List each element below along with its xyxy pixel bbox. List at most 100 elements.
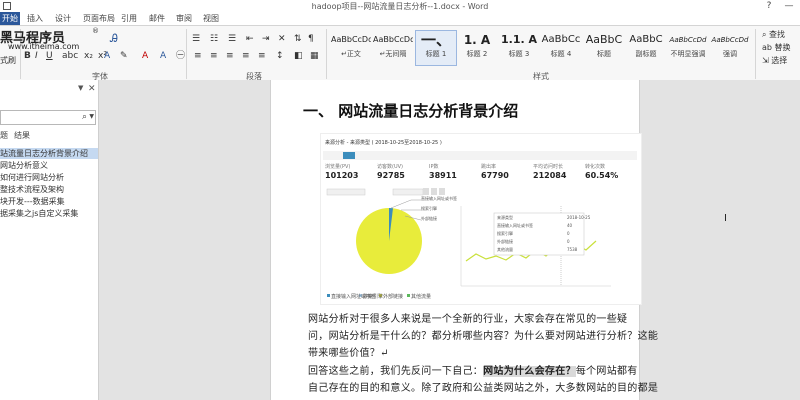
- paragraph-text: 每个网站都有: [575, 366, 638, 377]
- shading-icon[interactable]: ◧: [294, 51, 303, 61]
- text-effects-icon[interactable]: A: [104, 51, 110, 61]
- metric-value: 101203: [325, 171, 359, 180]
- close-icon[interactable]: ✕: [88, 84, 96, 94]
- nav-item[interactable]: 整技术流程及架构: [0, 184, 98, 195]
- legend-item: 其他流量: [411, 294, 432, 300]
- style-preview: 1. A: [463, 33, 491, 47]
- replace-button[interactable]: ab 替换: [762, 42, 791, 53]
- align-right-icon[interactable]: ≡: [226, 51, 234, 61]
- justify-icon[interactable]: ≡: [242, 51, 250, 61]
- metric-value: 92785: [377, 171, 405, 180]
- style-emphasis[interactable]: AaBbCcDd 强调: [709, 30, 751, 66]
- sort-icon[interactable]: ⇅: [294, 34, 302, 44]
- style-name: ↵正文: [341, 50, 361, 58]
- save-icon[interactable]: [3, 2, 11, 10]
- style-name: ↵无间隔: [379, 50, 407, 58]
- tab-headings[interactable]: 题: [0, 130, 8, 141]
- borders-icon[interactable]: ▦: [310, 51, 319, 61]
- distributed-icon[interactable]: ≡: [258, 51, 266, 61]
- style-no-spacing[interactable]: AaBbCcDd ↵无间隔: [372, 30, 414, 66]
- heading-1[interactable]: 一、 网站流量日志分析背景介绍: [303, 100, 518, 121]
- style-name: 强调: [723, 50, 737, 58]
- bullets-icon[interactable]: ☰: [192, 34, 200, 44]
- highlight-icon[interactable]: ✎: [120, 51, 128, 61]
- format-painter-button[interactable]: 式刷: [0, 56, 16, 66]
- show-marks-icon[interactable]: ¶: [308, 34, 314, 44]
- paragraph-line[interactable]: 网站分析对于很多人来说是一个全新的行业，大家会存在常见的一些疑: [308, 310, 627, 325]
- clear-format-icon[interactable]: Ꭿ: [110, 33, 118, 44]
- style-heading-1[interactable]: 一、 标题 1: [415, 30, 457, 66]
- metric-value: 60.54%: [585, 171, 619, 180]
- pane-options-icon[interactable]: ▼: [78, 84, 83, 92]
- nav-item[interactable]: 网站分析意义: [0, 160, 98, 171]
- paragraph-line[interactable]: 带来哪些价值？↵: [308, 344, 389, 359]
- minimize-button[interactable]: —: [781, 0, 797, 12]
- logo-url: www.itheima.com: [8, 42, 80, 51]
- legend-item: 搜索引擎: [363, 294, 384, 300]
- tab-insert[interactable]: 插入: [27, 12, 43, 25]
- style-preview: AaBbCcDd: [669, 36, 707, 44]
- italic-button[interactable]: I: [35, 51, 38, 61]
- style-preview: AaBbCc: [541, 34, 581, 45]
- tooltip-value: 7538: [567, 247, 578, 252]
- help-button[interactable]: ?: [761, 0, 777, 12]
- nav-search-input[interactable]: ⌕ ▼: [0, 110, 96, 125]
- select-button[interactable]: ⇲ 选择: [762, 55, 787, 66]
- find-label: 查找: [769, 30, 786, 39]
- style-normal[interactable]: AaBbCcDd ↵正文: [330, 30, 372, 66]
- metric-value: 212084: [533, 171, 567, 180]
- tab-design[interactable]: 设计: [55, 12, 71, 25]
- tab-view[interactable]: 视图: [203, 12, 219, 25]
- search-dropdown-icon[interactable]: ▼: [89, 113, 94, 120]
- find-button[interactable]: ⌕ 查找: [762, 29, 785, 40]
- navigation-pane: ▼ ✕ ⌕ ▼ 题 结果 站流量日志分析背景介绍 网站分析意义 如何进行网站分析…: [0, 80, 99, 400]
- underline-button[interactable]: U: [46, 51, 53, 61]
- embedded-analytics-image[interactable]: 来源分析 - 来源类型 ( 2018-10-25至2018-10-25 ) 浏览…: [320, 133, 642, 305]
- line-spacing-icon[interactable]: ↕: [276, 51, 284, 61]
- style-name: 副标题: [635, 50, 657, 58]
- nav-item[interactable]: 块开发---数据采集: [0, 196, 98, 207]
- style-name: 不明显强调: [670, 50, 706, 58]
- tooltip-key: 其他流量: [497, 247, 513, 252]
- tooltip-key: 外部链接: [497, 239, 513, 244]
- nav-item[interactable]: 站流量日志分析背景介绍: [0, 148, 98, 159]
- strikethrough-icon[interactable]: abc: [62, 51, 78, 61]
- style-heading-2[interactable]: 1. A 标题 2: [456, 30, 498, 66]
- tab-mailings[interactable]: 邮件: [149, 12, 165, 25]
- nav-item[interactable]: 如何进行网站分析: [0, 172, 98, 183]
- multilevel-list-icon[interactable]: ☰: [228, 34, 236, 44]
- tab-home[interactable]: 开始: [0, 12, 20, 25]
- chinese-layout-icon[interactable]: ✕: [278, 34, 286, 44]
- highlighted-text: 网站为什么会存在？: [483, 366, 576, 377]
- char-shading-icon[interactable]: A: [160, 51, 166, 61]
- align-left-icon[interactable]: ≡: [194, 51, 202, 61]
- numbering-icon[interactable]: ☷: [210, 34, 218, 44]
- nav-item[interactable]: 据采集之js自定义采集: [0, 208, 98, 219]
- paragraph-line[interactable]: 自己存在的目的和意义。除了政府和公益类网站之外，大多数网站的目的都是: [308, 379, 658, 394]
- title-bar: hadoop项目--网站流量日志分析--1.docx - Word ? —: [0, 0, 800, 12]
- decrease-indent-icon[interactable]: ⇤: [246, 34, 254, 44]
- font-color-icon[interactable]: A: [142, 51, 148, 61]
- bold-button[interactable]: B: [24, 51, 31, 61]
- metric-label: IP数: [429, 164, 439, 170]
- paragraph-line[interactable]: 回答这些之前，我们先反问一下自己：网站为什么会存在？每个网站都有: [308, 362, 638, 377]
- metric-label: 跳出率: [481, 164, 497, 170]
- tab-page-layout[interactable]: 页面布局: [83, 12, 115, 25]
- tab-review[interactable]: 审阅: [176, 12, 192, 25]
- style-subtle-emphasis[interactable]: AaBbCcDd 不明显强调: [667, 30, 709, 66]
- tab-references[interactable]: 引用: [121, 12, 137, 25]
- tooltip-value: 0: [567, 231, 570, 236]
- style-heading-4[interactable]: AaBbCc 标题 4: [540, 30, 582, 66]
- style-title[interactable]: AaBbC 标题: [583, 30, 625, 66]
- search-icon[interactable]: ⌕: [82, 112, 87, 122]
- increase-indent-icon[interactable]: ⇥: [262, 34, 270, 44]
- style-heading-3[interactable]: 1.1. A 标题 3: [498, 30, 540, 66]
- style-subtitle[interactable]: AaBbC 副标题: [625, 30, 667, 66]
- align-center-icon[interactable]: ≡: [210, 51, 218, 61]
- enclose-char-icon[interactable]: ㊀: [176, 51, 185, 61]
- subscript-icon[interactable]: x₂: [84, 51, 93, 61]
- replace-label: 替换: [774, 43, 791, 52]
- paragraph-line[interactable]: 问，网站分析是干什么的？都分析哪些内容？为什么要对网站进行分析？这能: [308, 327, 658, 342]
- style-preview: 1.1. A: [500, 33, 537, 46]
- tab-results[interactable]: 结果: [14, 130, 30, 141]
